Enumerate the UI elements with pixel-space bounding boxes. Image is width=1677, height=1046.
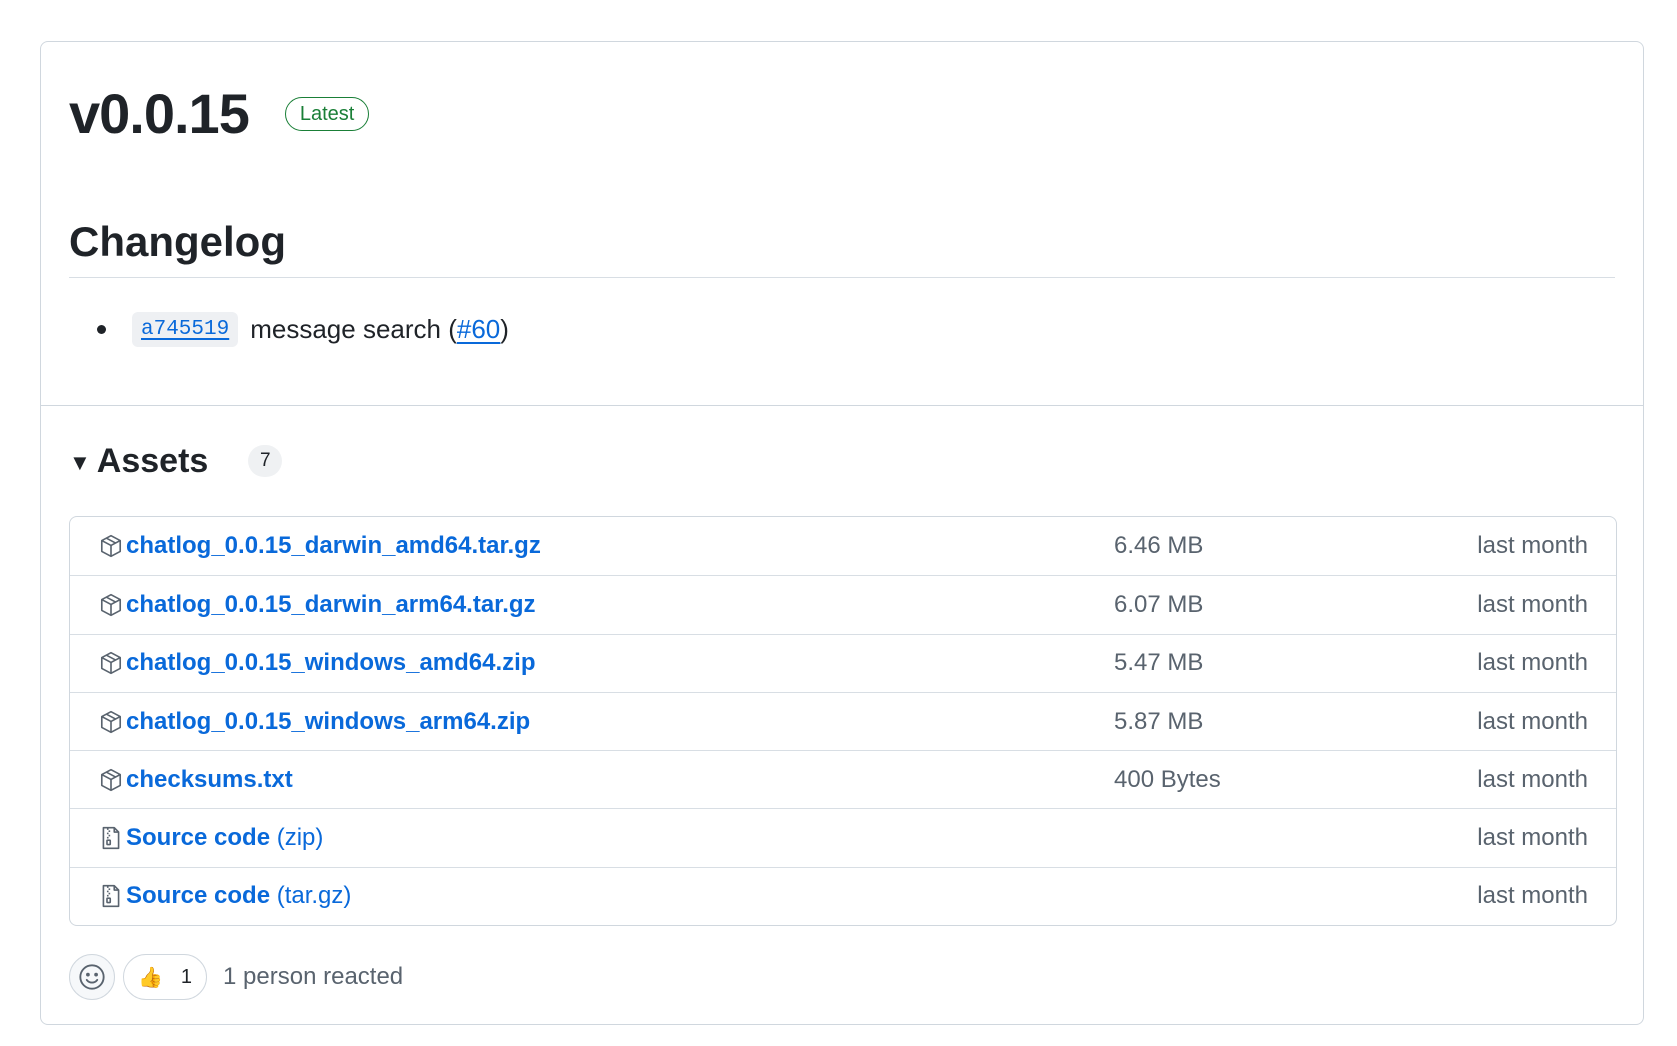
changelog-heading: Changelog (69, 218, 286, 265)
changelog-message: message search ( (250, 314, 457, 344)
changelog-close-paren: ) (500, 314, 509, 344)
thumbs-up-icon: 👍 (138, 966, 163, 989)
assets-section: ▼ Assets 7 chatlog_0.0.15_darwin_amd64.t… (41, 406, 1643, 1001)
changelog-list: a745519 message search (#60) (97, 312, 509, 347)
commit-sha-link[interactable]: a745519 (132, 312, 239, 347)
thumbs-up-count: 1 (180, 965, 193, 988)
assets-list: chatlog_0.0.15_darwin_amd64.tar.gz 6.46 M… (69, 516, 1617, 927)
asset-name: chatlog_0.0.15_windows_amd64.zip (126, 649, 536, 677)
issue-link[interactable]: #60 (457, 314, 500, 344)
asset-download-link[interactable]: chatlog_0.0.15_windows_amd64.zip (126, 649, 1114, 677)
reaction-summary: 1 person reacted (223, 963, 404, 991)
add-reaction-button[interactable] (69, 954, 115, 1001)
assets-title: Assets (96, 441, 209, 480)
asset-name-suffix: (zip) (270, 824, 324, 852)
asset-download-link[interactable]: Source code (tar.gz) (126, 882, 1114, 910)
package-icon (98, 533, 124, 559)
asset-date: last month (1477, 532, 1588, 560)
changelog-item-text: message search (#60) (250, 314, 509, 345)
assets-count: 7 (248, 445, 283, 477)
release-header: v0.0.15 Latest Changelog a745519 message… (41, 42, 1643, 405)
release-version[interactable]: v0.0.15 (69, 86, 250, 142)
asset-date: last month (1477, 882, 1588, 910)
latest-badge: Latest (284, 97, 370, 131)
assets-summary[interactable]: ▼ Assets 7 (69, 406, 1615, 516)
asset-row: chatlog_0.0.15_darwin_arm64.tar.gz 6.07 M… (70, 575, 1616, 633)
asset-name: chatlog_0.0.15_windows_arm64.zip (126, 707, 531, 735)
asset-date: last month (1477, 824, 1588, 852)
file-zip-icon (98, 883, 124, 909)
asset-date: last month (1477, 765, 1588, 793)
caret-down-icon: ▼ (69, 450, 91, 475)
asset-row: Source code (tar.gz) last month (70, 866, 1616, 925)
asset-name: chatlog_0.0.15_darwin_amd64.tar.gz (126, 532, 541, 560)
asset-row: chatlog_0.0.15_windows_amd64.zip 5.47 MB l… (70, 633, 1616, 692)
asset-size: 400 Bytes (1114, 765, 1221, 793)
asset-download-link[interactable]: chatlog_0.0.15_windows_arm64.zip (126, 708, 1114, 736)
bullet (97, 325, 106, 334)
asset-size: 6.07 MB (1114, 590, 1204, 618)
asset-row: chatlog_0.0.15_windows_arm64.zip 5.87 MB l… (70, 691, 1616, 750)
asset-name: chatlog_0.0.15_darwin_arm64.tar.gz (126, 590, 536, 618)
file-zip-icon (98, 825, 124, 851)
asset-download-link[interactable]: checksums.txt (126, 766, 1114, 794)
asset-name: checksums.txt (126, 765, 293, 793)
asset-size: 5.87 MB (1114, 707, 1204, 735)
asset-download-link[interactable]: chatlog_0.0.15_darwin_amd64.tar.gz (126, 532, 1114, 560)
thumbs-up-reaction-button[interactable]: 👍 1 (123, 954, 208, 1001)
smiley-icon (79, 964, 105, 990)
asset-size: 6.46 MB (1114, 532, 1204, 560)
asset-name: Source code (126, 882, 271, 910)
asset-download-link[interactable]: Source code (zip) (126, 824, 1114, 852)
asset-date: last month (1477, 590, 1588, 618)
asset-name-suffix: (tar.gz) (270, 882, 352, 910)
asset-download-link[interactable]: chatlog_0.0.15_darwin_arm64.tar.gz (126, 591, 1114, 619)
reactions-bar: 👍 1 1 person reacted (69, 954, 1615, 1001)
asset-size: 5.47 MB (1114, 649, 1204, 677)
changelog-divider (69, 277, 1615, 278)
changelog-item: a745519 message search (#60) (97, 312, 509, 347)
package-icon (98, 767, 124, 793)
release-card: v0.0.15 Latest Changelog a745519 message… (40, 41, 1644, 1025)
asset-date: last month (1477, 649, 1588, 677)
release-title-row: v0.0.15 Latest (69, 86, 370, 142)
asset-name: Source code (126, 824, 271, 852)
asset-row: Source code (zip) last month (70, 808, 1616, 866)
package-icon (98, 592, 124, 618)
package-icon (98, 650, 124, 676)
asset-row: checksums.txt 400 Bytes last month (70, 750, 1616, 808)
package-icon (98, 709, 124, 735)
asset-date: last month (1477, 707, 1588, 735)
asset-row: chatlog_0.0.15_darwin_amd64.tar.gz 6.46 M… (70, 517, 1616, 575)
